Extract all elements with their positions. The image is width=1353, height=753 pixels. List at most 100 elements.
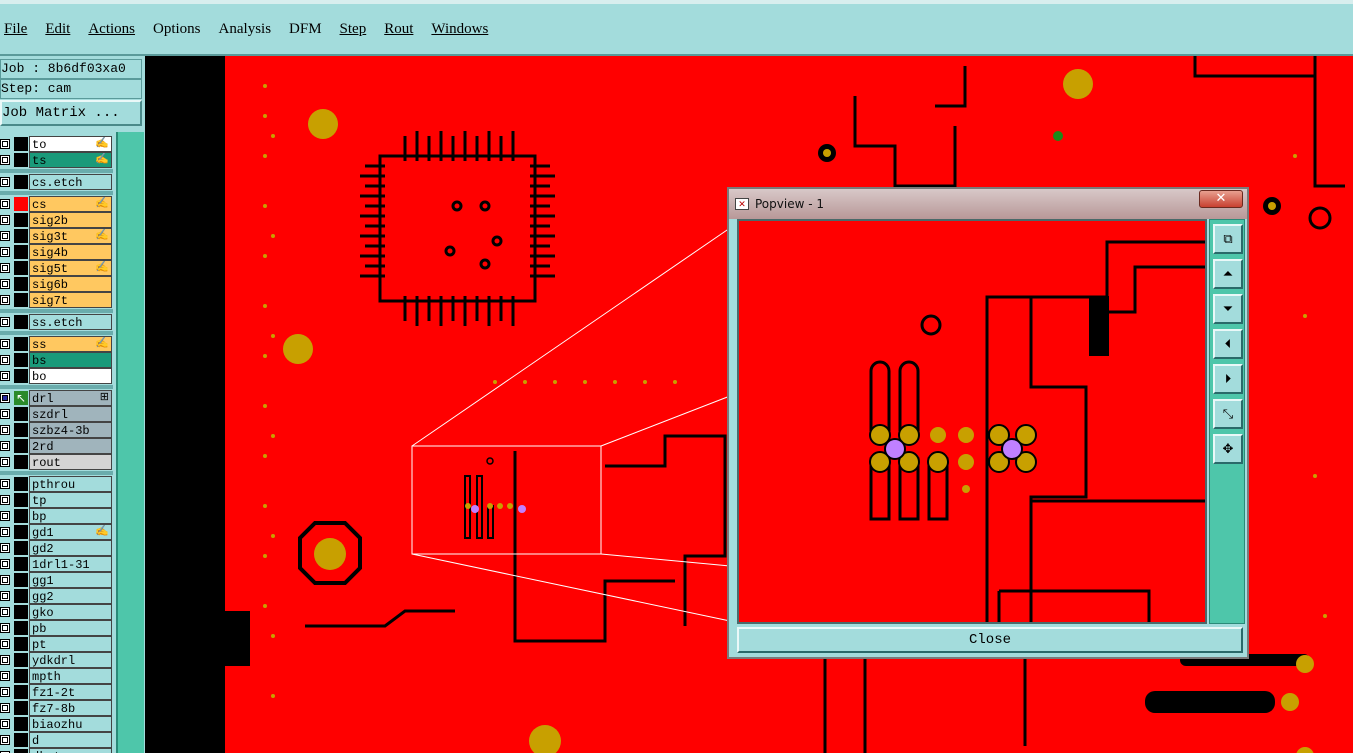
menu-dfm[interactable]: DFM xyxy=(289,21,331,38)
layer-checkbox[interactable] xyxy=(0,735,10,745)
zoom-out-button[interactable]: ⤡ xyxy=(1213,399,1243,429)
layer-checkbox[interactable] xyxy=(0,425,10,435)
menu-edit[interactable]: Edit xyxy=(45,21,79,38)
layer-checkbox[interactable] xyxy=(0,575,10,585)
layer-name[interactable]: fz1-2t xyxy=(29,684,112,700)
layer-checkbox[interactable] xyxy=(0,607,10,617)
layer-row[interactable]: tp xyxy=(0,492,113,508)
layer-row[interactable]: fz7-8b xyxy=(0,700,113,716)
layer-name[interactable]: sig7t xyxy=(29,292,112,308)
layer-checkbox[interactable] xyxy=(0,355,10,365)
popview-zoomed-view[interactable] xyxy=(737,219,1207,624)
layer-color-swatch[interactable] xyxy=(14,175,28,189)
layer-name[interactable]: gd2 xyxy=(29,540,112,556)
layer-color-swatch[interactable] xyxy=(14,213,28,227)
layer-name[interactable]: 2rd xyxy=(29,438,112,454)
layer-name[interactable]: to ✍ xyxy=(29,136,112,152)
layer-name[interactable]: biaozhu xyxy=(29,716,112,732)
layer-row[interactable]: mpth xyxy=(0,668,113,684)
layer-checkbox[interactable] xyxy=(0,231,10,241)
layer-color-swatch[interactable] xyxy=(14,749,28,753)
layer-row[interactable]: rout xyxy=(0,454,113,470)
layer-row[interactable]: cs.etch xyxy=(0,174,113,190)
layer-name[interactable]: sig6b xyxy=(29,276,112,292)
layer-row[interactable]: pt xyxy=(0,636,113,652)
popview-close-button[interactable]: Close xyxy=(737,627,1243,653)
layer-name[interactable]: pthrou xyxy=(29,476,112,492)
layer-row[interactable]: cs ✍ xyxy=(0,196,113,212)
layer-name[interactable]: fz7-8b xyxy=(29,700,112,716)
layer-row[interactable]: sig2b xyxy=(0,212,113,228)
zoom-in-button[interactable]: ✥ xyxy=(1213,434,1243,464)
layer-name[interactable]: sig2b xyxy=(29,212,112,228)
layer-name[interactable]: gg2 xyxy=(29,588,112,604)
layer-color-swatch[interactable] xyxy=(14,315,28,329)
layer-name[interactable]: sig5t ✍ xyxy=(29,260,112,276)
layer-checkbox[interactable] xyxy=(0,655,10,665)
layer-color-swatch[interactable] xyxy=(14,369,28,383)
menu-rout[interactable]: Rout xyxy=(384,21,422,38)
layer-checkbox[interactable] xyxy=(0,671,10,681)
layer-name[interactable]: bo xyxy=(29,368,112,384)
popview-window[interactable]: ✕ Popview - 1 ✕ ⧉ ⏶ ⏷ ⏴ ⏵ ⤡ ✥ Close xyxy=(727,187,1249,659)
layer-checkbox[interactable] xyxy=(0,559,10,569)
layer-color-swatch[interactable] xyxy=(14,509,28,523)
layer-row[interactable]: bs xyxy=(0,352,113,368)
layer-name[interactable]: bp xyxy=(29,508,112,524)
layer-row[interactable]: pthrou xyxy=(0,476,113,492)
layer-name[interactable]: pb xyxy=(29,620,112,636)
layer-color-swatch[interactable] xyxy=(14,493,28,507)
layer-color-swatch[interactable] xyxy=(14,245,28,259)
layer-color-swatch[interactable] xyxy=(14,541,28,555)
layer-name[interactable]: drl ⊞ xyxy=(29,390,112,406)
layer-checkbox[interactable] xyxy=(0,639,10,649)
popview-title-bar[interactable]: ✕ Popview - 1 ✕ xyxy=(729,189,1247,219)
layer-row[interactable]: sig7t xyxy=(0,292,113,308)
layer-checkbox[interactable] xyxy=(0,703,10,713)
active-layer-arrow-icon[interactable]: ↖ xyxy=(14,391,28,405)
zoom-window-button[interactable]: ⧉ xyxy=(1213,224,1243,254)
layer-checkbox[interactable] xyxy=(0,279,10,289)
layer-name[interactable]: gd1 ✍ xyxy=(29,524,112,540)
layer-color-swatch[interactable] xyxy=(14,653,28,667)
layer-row[interactable]: szbz4-3b xyxy=(0,422,113,438)
layer-checkbox[interactable] xyxy=(0,155,10,165)
layer-name[interactable]: cs ✍ xyxy=(29,196,112,212)
layer-name[interactable]: gg1 xyxy=(29,572,112,588)
menu-analysis[interactable]: Analysis xyxy=(219,21,281,38)
layer-row[interactable]: gg2 xyxy=(0,588,113,604)
layer-row[interactable]: to ✍ xyxy=(0,136,113,152)
layer-row[interactable]: szdrl xyxy=(0,406,113,422)
layer-color-swatch[interactable] xyxy=(14,525,28,539)
layer-row[interactable]: ss ✍ xyxy=(0,336,113,352)
layer-name[interactable]: pt xyxy=(29,636,112,652)
layer-color-swatch[interactable] xyxy=(14,455,28,469)
layer-name[interactable]: bs xyxy=(29,352,112,368)
layer-name[interactable]: tp xyxy=(29,492,112,508)
layer-color-swatch[interactable] xyxy=(14,669,28,683)
layer-row[interactable]: bp xyxy=(0,508,113,524)
layer-checkbox[interactable] xyxy=(0,495,10,505)
layer-color-swatch[interactable] xyxy=(14,605,28,619)
layer-row[interactable]: biaozhu xyxy=(0,716,113,732)
layer-row[interactable]: gd2 xyxy=(0,540,113,556)
layer-row[interactable]: gd1 ✍ xyxy=(0,524,113,540)
layer-color-swatch[interactable] xyxy=(14,293,28,307)
layer-row[interactable]: sig3t ✍ xyxy=(0,228,113,244)
layer-color-swatch[interactable] xyxy=(14,701,28,715)
layer-checkbox[interactable] xyxy=(0,295,10,305)
layer-checkbox[interactable] xyxy=(0,371,10,381)
layer-checkbox[interactable] xyxy=(0,527,10,537)
layer-checkbox[interactable] xyxy=(0,339,10,349)
layer-name[interactable]: d xyxy=(29,732,112,748)
layer-checkbox[interactable] xyxy=(0,393,10,403)
layer-color-swatch[interactable] xyxy=(14,137,28,151)
layer-color-swatch[interactable] xyxy=(14,637,28,651)
layer-name[interactable]: dkst xyxy=(29,748,112,753)
layer-color-swatch[interactable] xyxy=(14,685,28,699)
layer-row[interactable]: 1drl1-31 xyxy=(0,556,113,572)
layer-color-swatch[interactable] xyxy=(14,353,28,367)
layer-name[interactable]: cs.etch xyxy=(29,174,112,190)
layer-checkbox[interactable] xyxy=(0,479,10,489)
layer-color-swatch[interactable] xyxy=(14,423,28,437)
